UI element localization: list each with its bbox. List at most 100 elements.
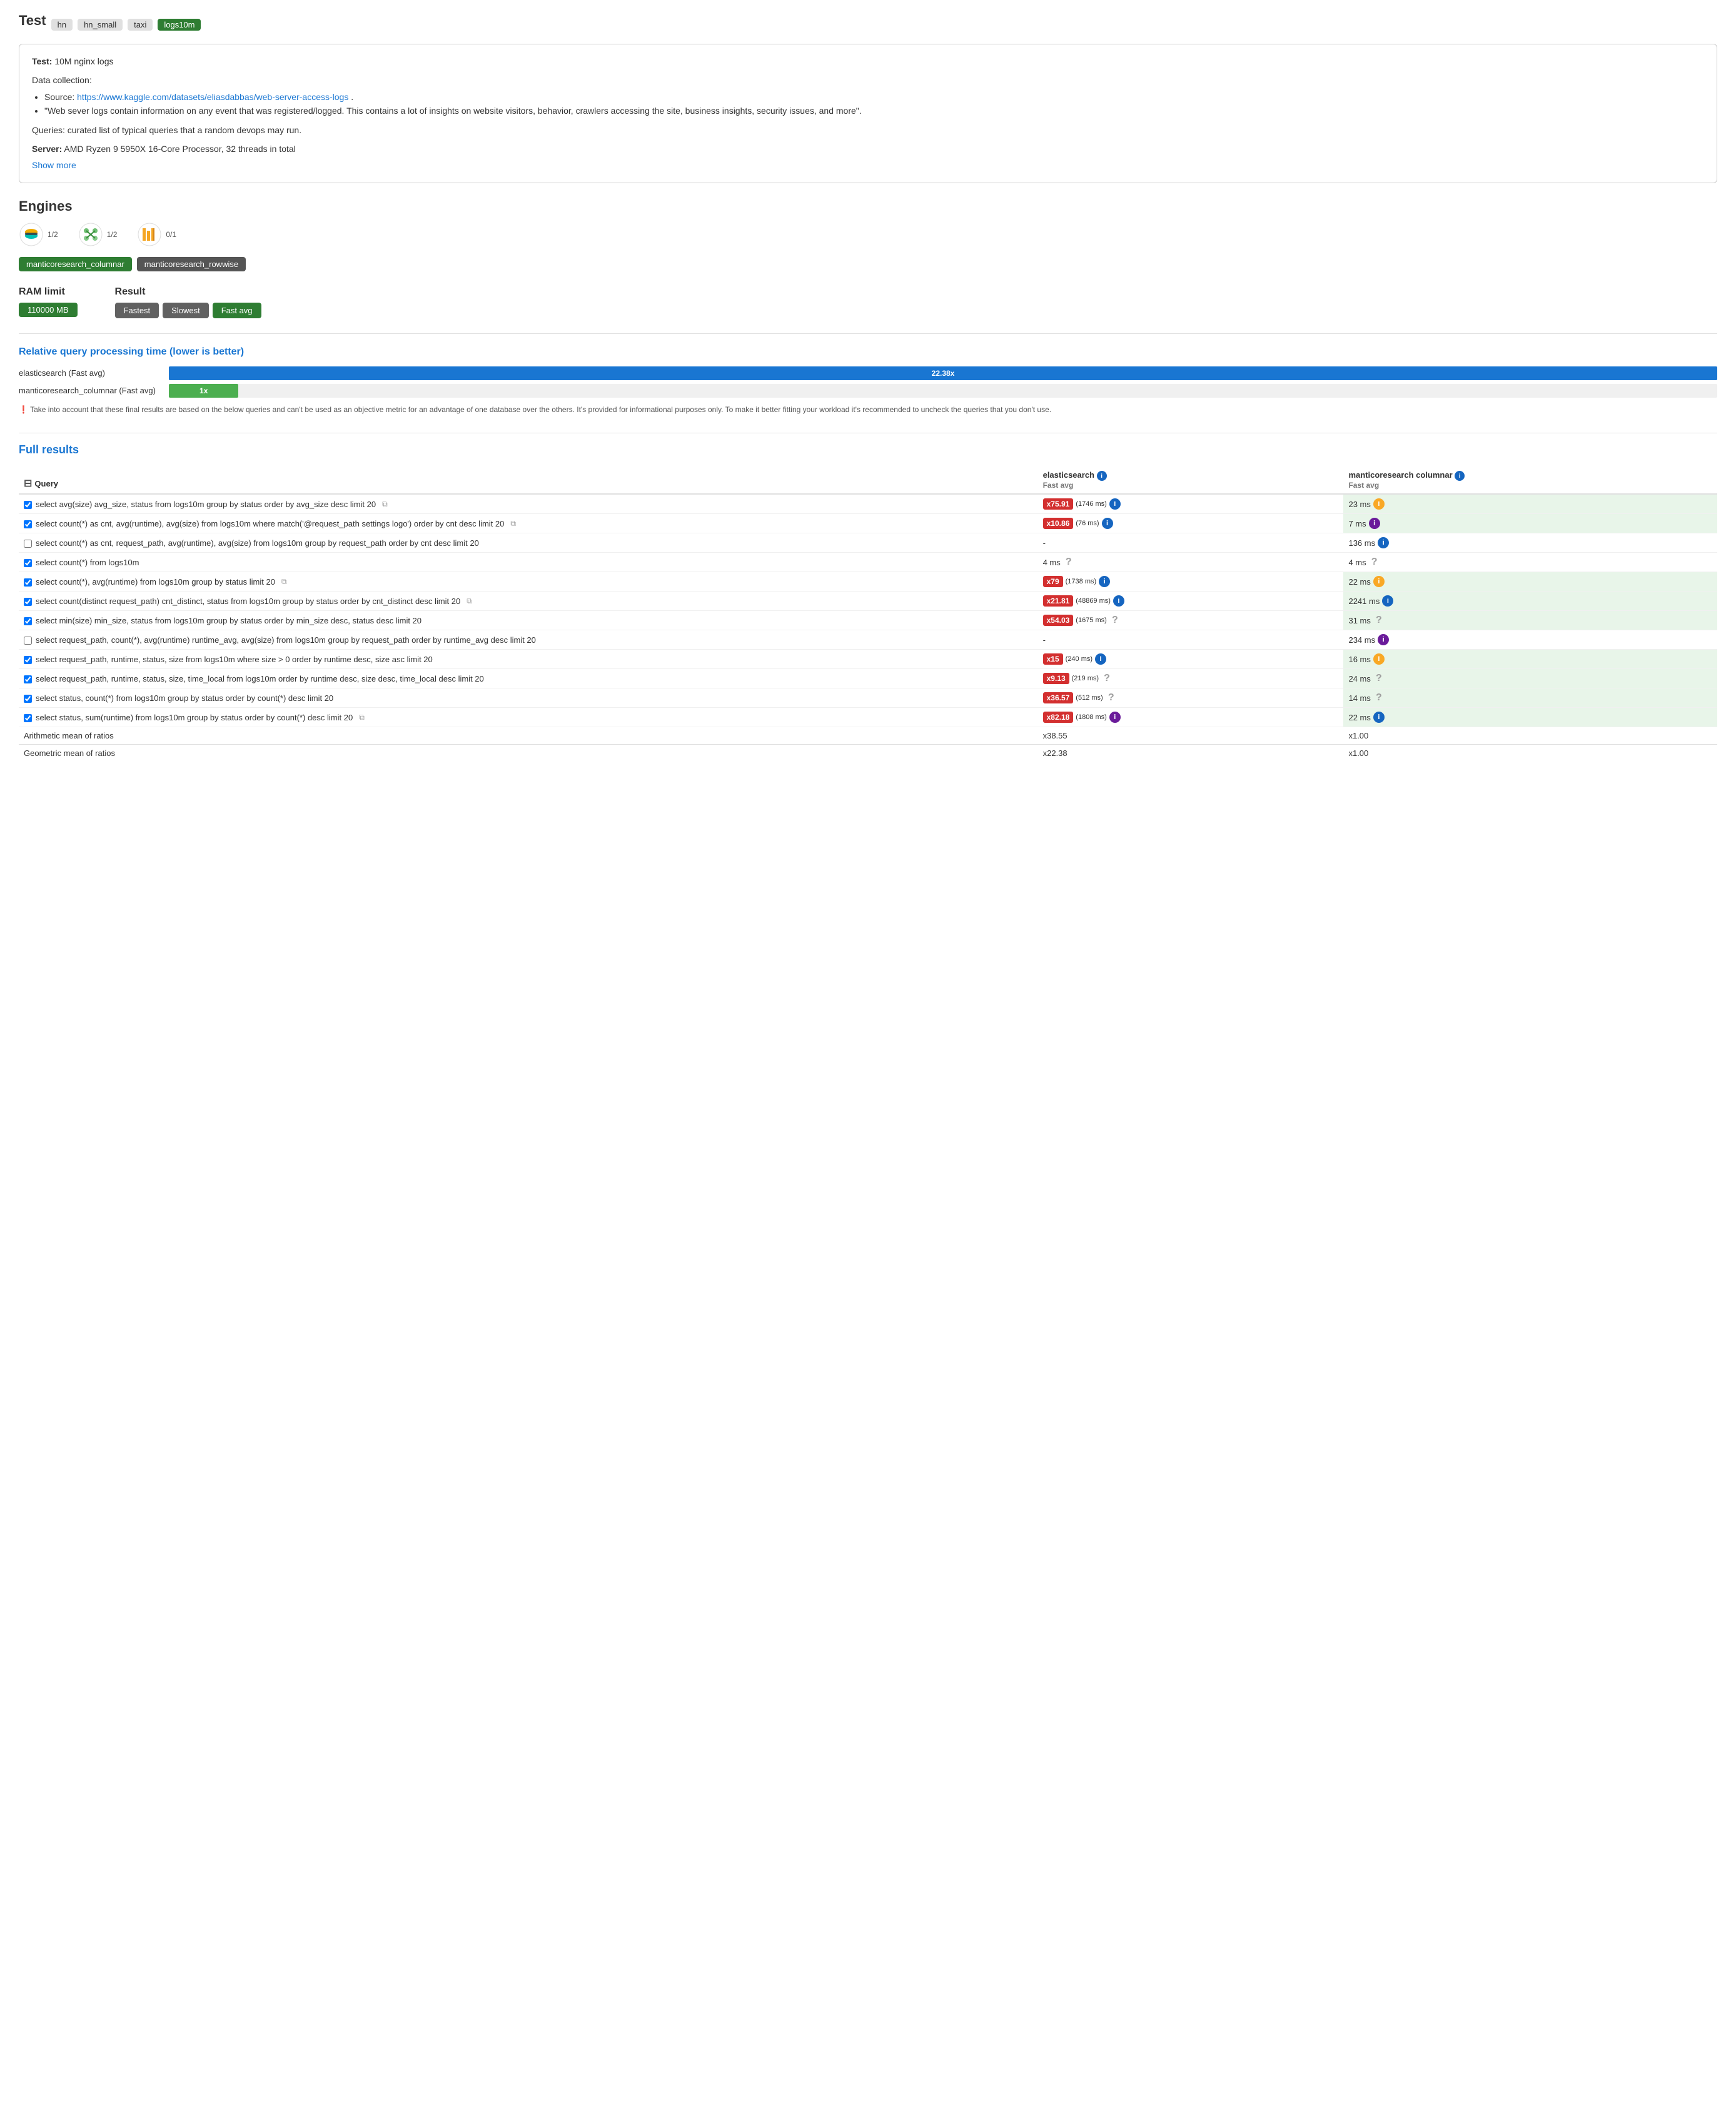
manticore-info-badge[interactable]: i: [1378, 634, 1389, 645]
engine-elasticsearch[interactable]: 1/2: [19, 222, 58, 247]
query-checkbox[interactable]: [24, 617, 32, 625]
elasticsearch-icon: [19, 222, 44, 247]
elastic-info-badge[interactable]: ?: [1063, 557, 1074, 568]
result-label: Result: [115, 286, 261, 298]
query-text: select min(size) min_size, status from l…: [36, 616, 421, 625]
slowest-btn[interactable]: Slowest: [163, 303, 209, 318]
copy-icon[interactable]: ⧉: [467, 597, 472, 606]
query-text: select count(*) as cnt, avg(runtime), av…: [36, 519, 504, 528]
elastic-info-badge[interactable]: i: [1113, 595, 1124, 607]
fast-avg-btn[interactable]: Fast avg: [213, 303, 261, 318]
result-config: Result Fastest Slowest Fast avg: [115, 286, 261, 318]
manticore-info-badge[interactable]: i: [1373, 653, 1385, 665]
tag-manticore-columnar[interactable]: manticoresearch_columnar: [19, 257, 132, 271]
elastic-value-badge: x54.03: [1043, 615, 1074, 626]
query-checkbox[interactable]: [24, 540, 32, 548]
tag-taxi[interactable]: taxi: [128, 19, 153, 31]
query-text: select avg(size) avg_size, status from l…: [36, 500, 376, 509]
manticore-cell: 2241 msi: [1343, 592, 1717, 611]
query-checkbox[interactable]: [24, 501, 32, 509]
table-row: select request_path, runtime, status, si…: [19, 650, 1717, 669]
mean-elastic: x38.55: [1038, 727, 1344, 745]
elastic-info-badge[interactable]: i: [1099, 576, 1110, 587]
chart-row-manticore: manticoresearch_columnar (Fast avg) 1x: [19, 384, 1717, 398]
th-manticore-engine: manticoresearch columnar i: [1348, 470, 1712, 481]
elastic-cell: x79(1738 ms)i: [1038, 572, 1344, 592]
elastic-info-badge[interactable]: i: [1109, 498, 1121, 510]
collapse-icon[interactable]: ⊟: [24, 477, 32, 490]
query-cell: select request_path, runtime, status, si…: [19, 669, 1038, 688]
manticore-info-badge[interactable]: i: [1382, 595, 1393, 607]
elastic-info-badge[interactable]: ?: [1106, 692, 1117, 703]
query-checkbox[interactable]: [24, 656, 32, 664]
query-text: select count(distinct request_path) cnt_…: [36, 597, 460, 606]
tag-logs10m[interactable]: logs10m: [158, 19, 201, 31]
server-line: Server: AMD Ryzen 9 5950X 16-Core Proces…: [32, 142, 1704, 156]
mean-manticore: x1.00: [1343, 745, 1717, 762]
manticore-info-badge[interactable]: ?: [1373, 615, 1385, 626]
elastic-info-icon[interactable]: i: [1097, 471, 1107, 481]
chart-label-manticore: manticoresearch_columnar (Fast avg): [19, 386, 163, 395]
table-row: select request_path, count(*), avg(runti…: [19, 630, 1717, 650]
copy-icon[interactable]: ⧉: [510, 519, 516, 528]
copy-icon[interactable]: ⧉: [281, 577, 287, 587]
elastic-value-plain: -: [1043, 635, 1046, 645]
data-collection-label: Data collection:: [32, 73, 1704, 87]
manticore-cell: 14 ms?: [1343, 688, 1717, 708]
engine-clickhouse[interactable]: 0/1: [137, 222, 176, 247]
manticore-info-badge[interactable]: i: [1369, 518, 1380, 529]
query-checkbox[interactable]: [24, 714, 32, 722]
elastic-value-badge: x15: [1043, 653, 1063, 665]
source-link[interactable]: https://www.kaggle.com/datasets/eliasdab…: [77, 92, 348, 102]
elastic-ms: (240 ms): [1066, 655, 1093, 663]
bullet-source-text: Source:: [44, 92, 77, 102]
ram-label: RAM limit: [19, 286, 78, 298]
th-elastic-metric: Fast avg: [1043, 481, 1339, 490]
manticore-value: 24 ms: [1348, 674, 1370, 683]
query-checkbox[interactable]: [24, 578, 32, 587]
elastic-info-badge[interactable]: i: [1095, 653, 1106, 665]
results-table: ⊟ Query elasticsearch i Fast avg mantico…: [19, 466, 1717, 762]
copy-icon[interactable]: ⧉: [359, 713, 365, 722]
manticore-value: 14 ms: [1348, 693, 1370, 703]
elastic-cell: 4 ms?: [1038, 553, 1344, 572]
manticore-cell: 234 msi: [1343, 630, 1717, 650]
query-cell: select request_path, runtime, status, si…: [19, 650, 1038, 669]
query-checkbox[interactable]: [24, 559, 32, 567]
tag-hn-small[interactable]: hn_small: [78, 19, 123, 31]
query-checkbox[interactable]: [24, 520, 32, 528]
chart-bar-elasticsearch: 22.38x: [169, 366, 1717, 380]
elastic-value-badge: x79: [1043, 576, 1063, 587]
manticore-info-badge[interactable]: ?: [1369, 557, 1380, 568]
show-more-link[interactable]: Show more: [32, 158, 76, 172]
tag-hn[interactable]: hn: [51, 19, 73, 31]
manticore-value: 23 ms: [1348, 500, 1370, 509]
bullet-source: Source: https://www.kaggle.com/datasets/…: [44, 90, 1704, 104]
mean-manticore: x1.00: [1343, 727, 1717, 745]
manticore-info-badge[interactable]: i: [1373, 498, 1385, 510]
manticore-info-badge[interactable]: ?: [1373, 692, 1385, 703]
fastest-btn[interactable]: Fastest: [115, 303, 159, 318]
queries-text: Queries: curated list of typical queries…: [32, 123, 1704, 137]
engine-manticore[interactable]: 1/2: [78, 222, 118, 247]
elastic-info-badge[interactable]: ?: [1109, 615, 1121, 626]
manticore-info-badge[interactable]: i: [1373, 712, 1385, 723]
manticore-info-badge[interactable]: i: [1373, 576, 1385, 587]
elastic-info-badge[interactable]: i: [1109, 712, 1121, 723]
query-checkbox[interactable]: [24, 675, 32, 683]
manticore-info-badge[interactable]: ?: [1373, 673, 1385, 684]
mean-label: Geometric mean of ratios: [19, 745, 1038, 762]
elastic-info-badge[interactable]: i: [1102, 518, 1113, 529]
tag-manticore-rowwise[interactable]: manticoresearch_rowwise: [137, 257, 246, 271]
query-text: select count(*) from logs10m: [36, 558, 139, 567]
manticore-info-badge[interactable]: i: [1378, 537, 1389, 548]
manticore-info-icon[interactable]: i: [1455, 471, 1465, 481]
query-checkbox[interactable]: [24, 637, 32, 645]
elastic-value-badge: x10.86: [1043, 518, 1074, 529]
manticore-cell: 23 msi: [1343, 494, 1717, 514]
copy-icon[interactable]: ⧉: [382, 500, 388, 509]
query-checkbox[interactable]: [24, 598, 32, 606]
elastic-info-badge[interactable]: ?: [1101, 673, 1113, 684]
manticore-badge: 1/2: [107, 230, 118, 239]
query-checkbox[interactable]: [24, 695, 32, 703]
